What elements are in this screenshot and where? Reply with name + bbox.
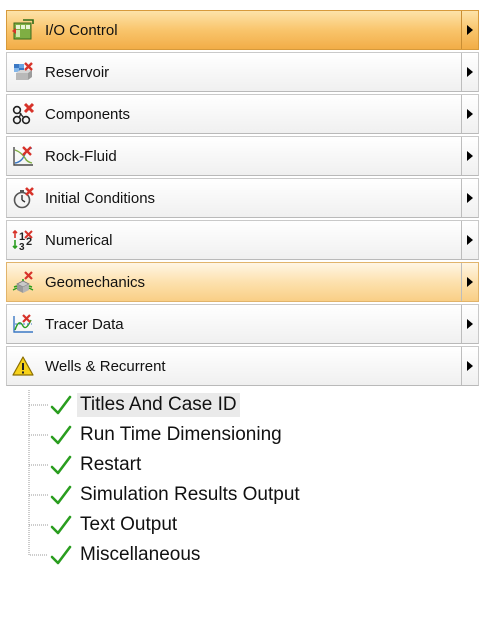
check-icon xyxy=(50,545,72,565)
nav-item-tracer-data[interactable]: Tracer Data xyxy=(6,304,479,344)
expand-arrow-icon[interactable] xyxy=(461,347,478,385)
tree-connector-line xyxy=(28,390,48,420)
tree-item-run-time-dimensioning[interactable]: Run Time Dimensioning xyxy=(28,420,448,450)
nav-item-geomechanics[interactable]: Geomechanics xyxy=(6,262,479,302)
tree-item-label: Text Output xyxy=(80,514,178,535)
tree-item-label: Miscellaneous xyxy=(80,544,201,565)
nav-item-initial-conditions[interactable]: Initial Conditions xyxy=(6,178,479,218)
check-icon xyxy=(50,485,72,505)
tree-item-miscellaneous[interactable]: Miscellaneous xyxy=(28,540,448,570)
initial-conditions-icon xyxy=(13,187,34,209)
nav-item-io-control[interactable]: I/O Control xyxy=(6,10,479,50)
tree-item-simulation-results-output[interactable]: Simulation Results Output xyxy=(28,480,448,510)
expand-arrow-icon[interactable] xyxy=(461,11,478,49)
nav-item-numerical[interactable]: 1 3 2 Numerical xyxy=(6,220,479,260)
expand-arrow-icon[interactable] xyxy=(461,179,478,217)
nav-item-label: Numerical xyxy=(45,231,113,249)
section-nav-panel: I/O Control Reservoir Components Rock-Fl… xyxy=(6,10,479,388)
tree-item-label: Restart xyxy=(80,454,142,475)
nav-item-rock-fluid[interactable]: Rock-Fluid xyxy=(6,136,479,176)
expand-arrow-icon[interactable] xyxy=(461,221,478,259)
check-icon xyxy=(50,395,72,415)
nav-item-label: Initial Conditions xyxy=(45,189,156,207)
tree-connector-line xyxy=(28,510,48,540)
nav-item-label: I/O Control xyxy=(45,21,118,39)
expand-arrow-icon[interactable] xyxy=(461,305,478,343)
nav-item-label: Tracer Data xyxy=(45,315,124,333)
nav-item-label: Reservoir xyxy=(45,63,110,81)
geomechanics-icon xyxy=(12,271,34,293)
warning-icon xyxy=(12,356,34,376)
nav-item-label: Rock-Fluid xyxy=(45,147,117,165)
tree-item-label: Titles And Case ID xyxy=(77,393,240,417)
expand-arrow-icon[interactable] xyxy=(461,263,478,301)
numerical-icon: 1 3 2 xyxy=(12,229,33,252)
tree-connector-line xyxy=(28,420,48,450)
nav-item-label: Geomechanics xyxy=(45,273,146,291)
components-icon xyxy=(12,102,35,125)
tree-connector-line xyxy=(28,480,48,510)
expand-arrow-icon[interactable] xyxy=(461,53,478,91)
expand-arrow-icon[interactable] xyxy=(461,137,478,175)
io-control-icon xyxy=(12,19,34,40)
nav-item-reservoir[interactable]: Reservoir xyxy=(6,52,479,92)
nav-item-wells-recurrent[interactable]: Wells & Recurrent xyxy=(6,346,479,386)
io-control-tree: Titles And Case ID Run Time Dimensioning… xyxy=(28,390,448,570)
svg-text:3: 3 xyxy=(19,242,25,252)
expand-arrow-icon[interactable] xyxy=(461,95,478,133)
tree-connector-line xyxy=(28,450,48,480)
check-icon xyxy=(50,455,72,475)
tree-item-titles-and-case-id[interactable]: Titles And Case ID xyxy=(28,390,448,420)
tree-item-label: Run Time Dimensioning xyxy=(80,424,282,445)
tree-connector-line xyxy=(28,540,48,556)
reservoir-icon xyxy=(14,62,33,80)
check-icon xyxy=(50,425,72,445)
nav-item-label: Wells & Recurrent xyxy=(45,357,166,375)
check-icon xyxy=(50,515,72,535)
nav-item-components[interactable]: Components xyxy=(6,94,479,134)
nav-item-label: Components xyxy=(45,105,131,123)
rock-fluid-icon xyxy=(13,146,33,166)
tracer-data-icon xyxy=(13,314,33,333)
tree-item-restart[interactable]: Restart xyxy=(28,450,448,480)
tree-item-label: Simulation Results Output xyxy=(80,484,300,505)
tree-item-text-output[interactable]: Text Output xyxy=(28,510,448,540)
